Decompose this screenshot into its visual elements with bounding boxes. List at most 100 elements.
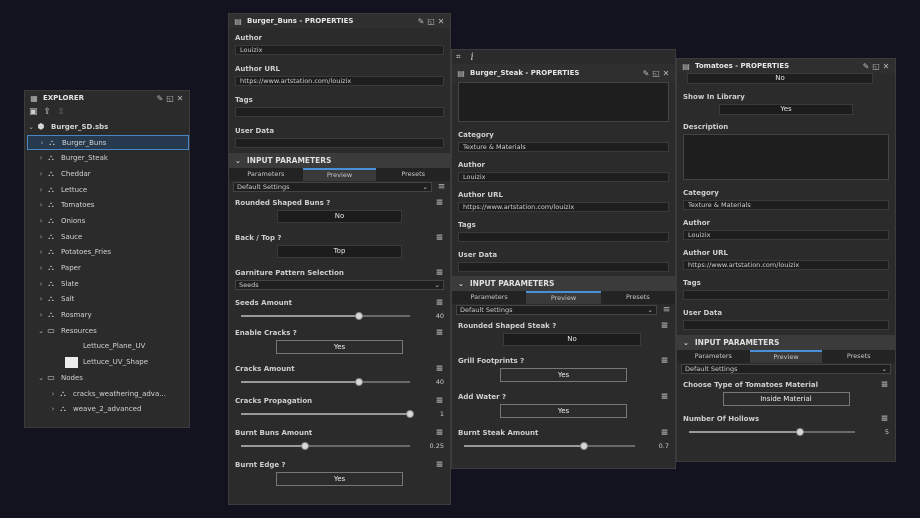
user-data-field[interactable] <box>235 138 444 148</box>
tree-node-item[interactable]: › ⛬ weave_2_advanced <box>27 401 189 417</box>
slider-value[interactable]: 40 <box>416 312 444 320</box>
author-url-field[interactable]: https://www.artstation.com/louizix <box>458 202 669 212</box>
close-icon[interactable]: ✕ <box>661 69 671 78</box>
pin-icon[interactable]: ✎ <box>155 94 165 103</box>
slider-handle[interactable] <box>579 442 588 450</box>
tree-graph-item[interactable]: › ⛬ Potatoes_Fries <box>27 245 189 261</box>
param-menu-icon[interactable]: ≡ <box>435 298 444 308</box>
export-icon[interactable]: ⇪ <box>44 107 52 117</box>
chevron-right-icon[interactable]: › <box>49 390 57 398</box>
slider-track[interactable] <box>689 428 855 436</box>
chevron-right-icon[interactable]: › <box>49 405 57 413</box>
author-field[interactable]: Louizix <box>235 45 444 55</box>
user-data-field[interactable] <box>458 262 669 272</box>
tab-preview[interactable]: Preview <box>302 168 377 181</box>
float-icon[interactable]: ◱ <box>426 17 436 26</box>
tags-field[interactable] <box>683 290 889 300</box>
tags-field[interactable] <box>235 107 444 117</box>
close-icon[interactable]: ✕ <box>175 94 185 103</box>
param-toggle-button[interactable]: Yes <box>276 472 403 486</box>
preset-menu-icon[interactable]: ≡ <box>662 305 671 315</box>
tree-icon[interactable]: ⌗ <box>456 52 461 62</box>
pin-icon[interactable]: ✎ <box>861 62 871 71</box>
slider-track[interactable] <box>241 410 414 418</box>
cracks-propagation-slider[interactable]: 1 <box>235 408 444 420</box>
chevron-right-icon[interactable]: › <box>37 264 45 272</box>
slider-value[interactable]: 1 <box>416 410 444 418</box>
tree-resources-folder[interactable]: ⌄ ▭ Resources <box>27 323 189 339</box>
preset-select[interactable]: Default Settings ⌄ <box>233 182 432 192</box>
publish-icon[interactable]: ⇫ <box>57 107 65 117</box>
slider-handle[interactable] <box>355 378 364 386</box>
param-toggle-button[interactable]: Yes <box>500 368 627 382</box>
hollows-slider[interactable]: 5 <box>683 426 889 438</box>
author-field[interactable]: Louizix <box>458 172 669 182</box>
param-menu-icon[interactable]: ≡ <box>660 428 669 438</box>
author-url-field[interactable]: https://www.artstation.com/louizix <box>235 76 444 86</box>
tree-graph-item[interactable]: › ⛬ Burger_Steak <box>27 150 189 166</box>
category-field[interactable]: Texture & Materials <box>458 142 669 152</box>
param-menu-icon[interactable]: ≡ <box>660 321 669 331</box>
float-icon[interactable]: ◱ <box>651 69 661 78</box>
tree-graph-item[interactable]: › ⛬ Burger_Buns <box>27 134 189 151</box>
param-toggle-button[interactable]: Yes <box>500 404 627 418</box>
input-parameters-header[interactable]: ⌄ INPUT PARAMETERS <box>229 153 450 168</box>
tree-graph-item[interactable]: › ⛬ Lettuce <box>27 182 189 198</box>
float-icon[interactable]: ◱ <box>165 94 175 103</box>
chevron-right-icon[interactable]: › <box>37 248 45 256</box>
show-in-library-button[interactable]: Yes <box>719 104 853 115</box>
tree-graph-item[interactable]: › ⛬ Salt <box>27 292 189 308</box>
float-icon[interactable]: ◱ <box>871 62 881 71</box>
tab-parameters[interactable]: Parameters <box>452 291 526 304</box>
param-menu-icon[interactable]: ≡ <box>435 268 444 278</box>
param-toggle-button[interactable]: Yes <box>276 340 403 354</box>
chevron-right-icon[interactable]: › <box>37 295 45 303</box>
slider-handle[interactable] <box>796 428 805 436</box>
chevron-down-icon[interactable]: ⌄ <box>27 123 35 131</box>
chevron-right-icon[interactable]: › <box>37 233 45 241</box>
tree-graph-item[interactable]: › ⛬ Slate <box>27 276 189 292</box>
tree-graph-item[interactable]: › ⛬ Paper <box>27 260 189 276</box>
slider-track[interactable] <box>241 378 410 386</box>
slider-value[interactable]: 0.7 <box>641 442 669 450</box>
slider-track[interactable] <box>241 312 410 320</box>
tab-preview[interactable]: Preview <box>749 350 823 363</box>
tree-package[interactable]: ⌄ ⬢ Burger_SD.sbs <box>27 119 189 135</box>
chevron-right-icon[interactable]: › <box>37 217 45 225</box>
slider-handle[interactable] <box>355 312 364 320</box>
author-url-field[interactable]: https://www.artstation.com/louizix <box>683 260 889 270</box>
close-icon[interactable]: ✕ <box>436 17 446 26</box>
slider-track[interactable] <box>241 442 410 450</box>
input-parameters-header[interactable]: ⌄ INPUT PARAMETERS <box>452 276 675 291</box>
param-menu-icon[interactable]: ≡ <box>435 396 444 406</box>
garniture-select[interactable]: Seeds ⌄ <box>235 280 444 290</box>
pin-icon[interactable]: ✎ <box>416 17 426 26</box>
tree-graph-item[interactable]: › ⛬ Tomatoes <box>27 197 189 213</box>
chevron-right-icon[interactable]: › <box>37 186 45 194</box>
tree-resource-item[interactable]: Lettuce_Plane_UV <box>27 339 189 355</box>
tab-parameters[interactable]: Parameters <box>677 350 750 363</box>
param-toggle-button[interactable]: Top <box>277 245 402 258</box>
param-menu-icon[interactable]: ≡ <box>435 428 444 438</box>
param-menu-icon[interactable]: ≡ <box>435 364 444 374</box>
tab-presets[interactable]: Presets <box>822 350 895 363</box>
param-menu-icon[interactable]: ≡ <box>435 198 444 208</box>
preset-select[interactable]: Default Settings ⌄ <box>456 305 657 315</box>
cracks-amount-slider[interactable]: 40 <box>235 376 444 388</box>
tree-node-item[interactable]: › ⛬ cracks_weathering_adva... <box>27 386 189 402</box>
tab-presets[interactable]: Presets <box>601 291 675 304</box>
input-parameters-header[interactable]: ⌄ INPUT PARAMETERS <box>677 335 895 350</box>
param-menu-icon[interactable]: ≡ <box>435 233 444 243</box>
slider-handle[interactable] <box>301 442 310 450</box>
chevron-right-icon[interactable]: › <box>37 154 45 162</box>
tree-graph-item[interactable]: › ⛬ Onions <box>27 213 189 229</box>
seeds-amount-slider[interactable]: 40 <box>235 310 444 322</box>
description-field[interactable] <box>683 134 889 180</box>
tab-parameters[interactable]: Parameters <box>229 168 303 181</box>
param-toggle-button[interactable]: No <box>503 333 641 346</box>
chevron-right-icon[interactable]: › <box>38 139 46 147</box>
category-field[interactable]: Texture & Materials <box>683 200 889 210</box>
chevron-down-icon[interactable]: ⌄ <box>37 327 45 335</box>
chevron-right-icon[interactable]: › <box>37 170 45 178</box>
tab-presets[interactable]: Presets <box>376 168 450 181</box>
